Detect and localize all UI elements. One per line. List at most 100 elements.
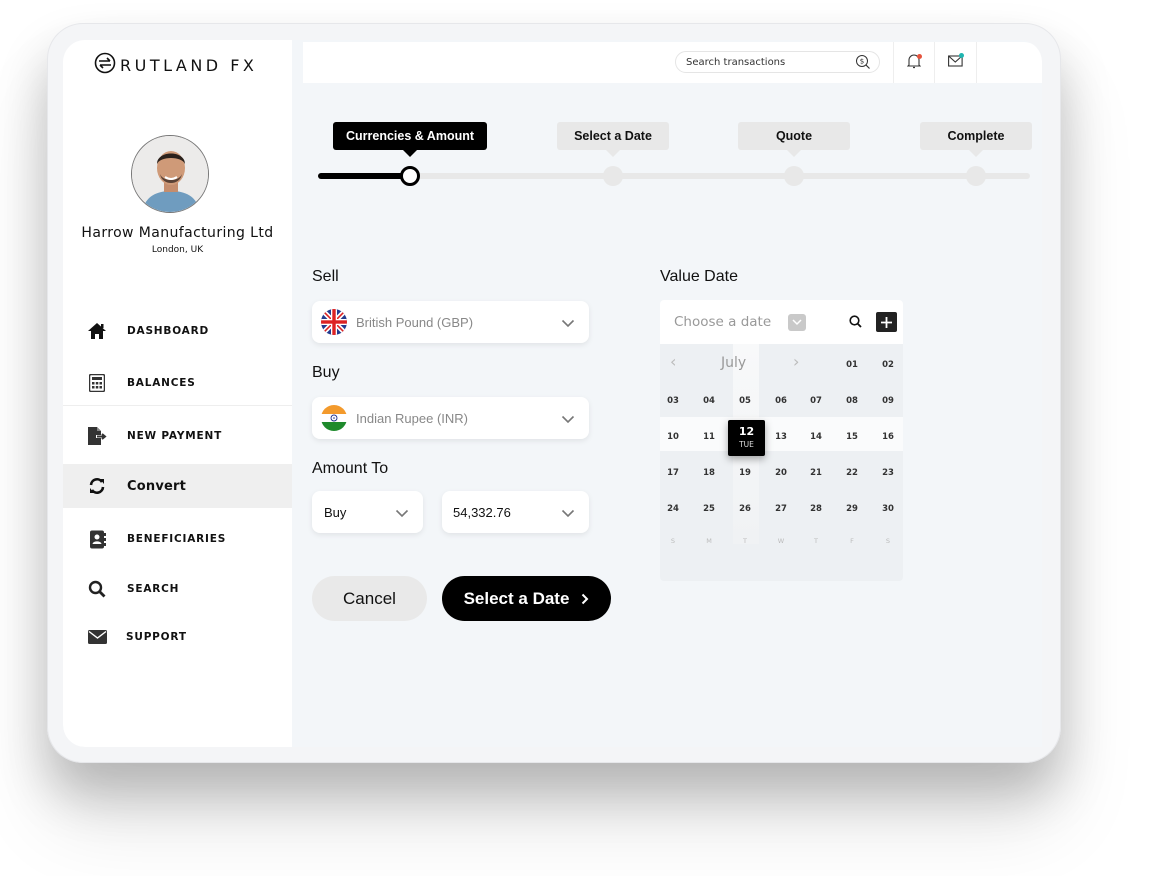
app-screen: RUTLAND FX Harrow Manufacturing Ltd Lond… <box>63 40 1042 747</box>
amount-direction-select[interactable]: Buy <box>312 491 423 533</box>
sidebar-item-support[interactable]: SUPPORT <box>63 615 292 659</box>
calendar-day[interactable]: 29 <box>837 504 867 514</box>
sidebar-item-beneficiaries[interactable]: BENEFICIARIES <box>63 517 292 561</box>
calendar-day[interactable]: 07 <box>801 396 831 406</box>
calendar-day[interactable]: 25 <box>694 504 724 514</box>
step-complete-label: Complete <box>920 122 1032 157</box>
selected-date[interactable]: 12 TUE <box>728 420 765 456</box>
calendar-day[interactable]: 09 <box>873 396 903 406</box>
calendar-day[interactable]: 24 <box>660 504 688 514</box>
calendar-day[interactable]: 02 <box>873 360 903 370</box>
sidebar-item-new-payment[interactable]: NEW PAYMENT <box>63 414 292 458</box>
calendar-day[interactable]: 01 <box>837 360 867 370</box>
weekday-label: S <box>670 537 676 545</box>
calendar-day[interactable]: 03 <box>660 396 688 406</box>
sidebar-item-balances[interactable]: BALANCES <box>63 361 292 405</box>
date-input-placeholder[interactable]: Choose a date <box>674 314 771 330</box>
search-input[interactable] <box>686 56 846 68</box>
weekday-label: F <box>850 537 854 545</box>
calculator-icon <box>87 373 107 393</box>
sidebar-item-label: BALANCES <box>127 377 196 389</box>
weekday-label: T <box>814 537 818 545</box>
weekday-label: T <box>743 537 747 545</box>
stepper-progress-fill <box>318 173 410 179</box>
calendar-day[interactable]: 10 <box>660 432 688 442</box>
calendar-day[interactable]: 26 <box>730 504 760 514</box>
selected-day-weekday: TUE <box>739 440 754 449</box>
dollar-search-icon[interactable]: $ <box>855 54 871 75</box>
sidebar-item-convert[interactable]: Convert <box>63 464 292 508</box>
select-date-button[interactable]: Select a Date <box>442 576 611 621</box>
search-icon[interactable] <box>849 315 862 333</box>
calendar-day[interactable]: 20 <box>766 468 796 478</box>
calendar-day[interactable]: 17 <box>660 468 688 478</box>
notifications-button[interactable] <box>903 52 925 74</box>
calendar-day[interactable]: 21 <box>801 468 831 478</box>
value-date-label: Value Date <box>660 268 738 285</box>
topbar-divider <box>976 42 977 83</box>
calendar-day[interactable]: 30 <box>873 504 903 514</box>
calendar-day[interactable]: 04 <box>694 396 724 406</box>
calendar-day[interactable]: 27 <box>766 504 796 514</box>
top-bar: $ <box>303 42 1042 83</box>
step-quote-label: Quote <box>738 122 850 157</box>
topbar-divider <box>893 42 894 83</box>
amount-value: 54,332.76 <box>453 504 511 520</box>
cancel-button[interactable]: Cancel <box>312 576 427 621</box>
calendar-day[interactable]: 16 <box>873 432 903 442</box>
step-select-date-dot[interactable] <box>603 166 623 186</box>
search-icon <box>87 579 107 599</box>
calendar-day[interactable]: 15 <box>837 432 867 442</box>
calendar-day[interactable]: 23 <box>873 468 903 478</box>
svg-text:$: $ <box>860 58 864 66</box>
calendar-day[interactable]: 22 <box>837 468 867 478</box>
sidebar-item-label: SUPPORT <box>126 631 187 643</box>
calendar-day[interactable]: 08 <box>837 396 867 406</box>
calendar-day[interactable]: 19 <box>730 468 760 478</box>
sell-currency-value: British Pound (GBP) <box>356 314 474 330</box>
sell-currency-select[interactable]: British Pound (GBP) <box>312 301 589 343</box>
india-flag-icon <box>321 405 347 431</box>
add-icon[interactable] <box>876 312 897 332</box>
calendar-day[interactable]: 11 <box>694 432 724 442</box>
sidebar-item-search[interactable]: SEARCH <box>63 567 292 611</box>
calendar-day[interactable]: 13 <box>766 432 796 442</box>
step-currencies-amount-dot[interactable] <box>400 166 420 186</box>
messages-button[interactable] <box>944 52 966 74</box>
calendar-day[interactable]: 14 <box>801 432 831 442</box>
chevron-down-icon <box>395 505 409 523</box>
contact-book-icon <box>87 529 107 549</box>
buy-currency-select[interactable]: Indian Rupee (INR) <box>312 397 589 439</box>
next-month-icon[interactable]: › <box>793 352 799 371</box>
amount-value-select[interactable]: 54,332.76 <box>442 491 589 533</box>
sidebar-item-dashboard[interactable]: DASHBOARD <box>63 309 292 353</box>
calendar-day[interactable]: 06 <box>766 396 796 406</box>
chevron-down-icon <box>561 505 575 523</box>
refresh-icon <box>87 476 107 496</box>
buy-currency-value: Indian Rupee (INR) <box>356 410 468 426</box>
avatar[interactable] <box>131 135 209 213</box>
chevron-down-icon <box>561 411 575 429</box>
file-export-icon <box>87 426 107 446</box>
sidebar-item-label: NEW PAYMENT <box>127 430 223 442</box>
month-label: July <box>721 355 747 371</box>
notification-badge <box>917 54 922 59</box>
brand-logo[interactable]: RUTLAND FX <box>94 52 257 79</box>
calendar-day[interactable]: 28 <box>801 504 831 514</box>
prev-month-icon[interactable]: ‹ <box>670 352 676 371</box>
sidebar-divider <box>63 405 292 406</box>
date-picker-header: Choose a date <box>660 300 903 344</box>
step-complete-dot[interactable] <box>966 166 986 186</box>
step-quote-dot[interactable] <box>784 166 804 186</box>
dropdown-toggle-icon[interactable] <box>788 314 806 331</box>
exchange-arrows-circle-icon <box>94 52 116 79</box>
calendar-day[interactable]: 18 <box>694 468 724 478</box>
brand-name: RUTLAND FX <box>120 56 258 75</box>
sidebar-item-label: DASHBOARD <box>127 325 209 337</box>
calendar-day[interactable]: 05 <box>730 396 760 406</box>
weekday-label: S <box>885 537 891 545</box>
select-date-button-label: Select a Date <box>463 588 570 608</box>
search-transactions[interactable]: $ <box>675 51 880 73</box>
company-location: London, UK <box>151 245 204 255</box>
weekday-label: W <box>777 537 785 545</box>
